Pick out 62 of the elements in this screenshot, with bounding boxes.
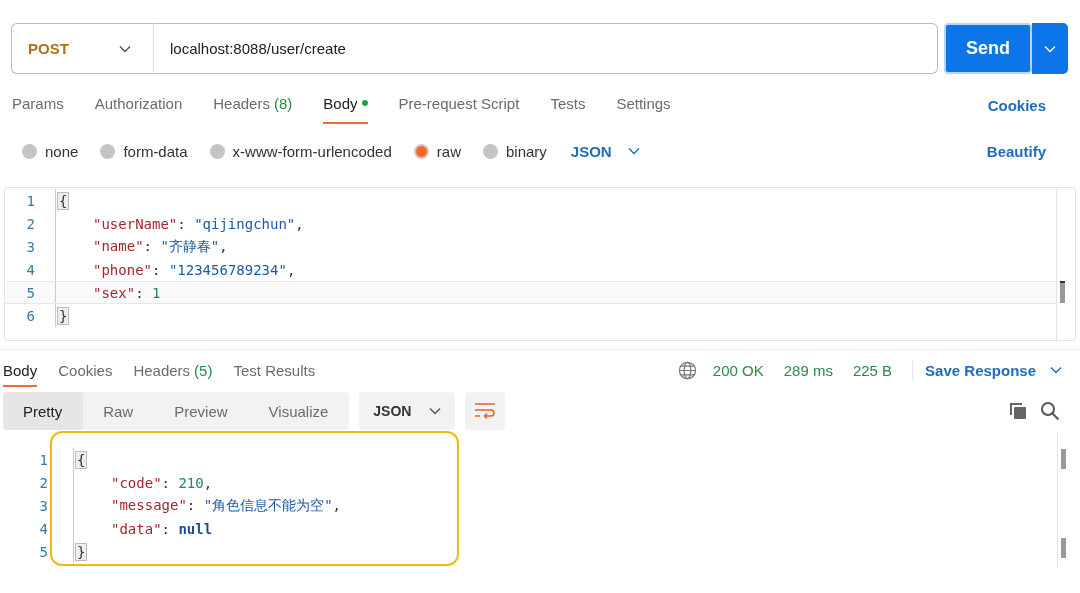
tab[interactable]: Pre-request Script bbox=[398, 86, 520, 124]
line-number: 4 bbox=[38, 520, 49, 537]
tab[interactable]: Authorization bbox=[94, 86, 183, 124]
globe-icon[interactable] bbox=[677, 360, 697, 380]
tab[interactable]: Settings bbox=[616, 86, 671, 124]
view-mode-tab[interactable]: Raw bbox=[83, 392, 155, 430]
chevron-down-icon bbox=[119, 44, 131, 53]
scrollbar-thumb[interactable] bbox=[1061, 449, 1066, 469]
status-code: 200 OK bbox=[712, 361, 764, 379]
radio-option[interactable]: binary bbox=[482, 142, 547, 160]
line-number: 1 bbox=[25, 192, 36, 209]
tab[interactable]: Body bbox=[323, 86, 368, 124]
radio-option[interactable]: x-www-form-urlencoded bbox=[209, 142, 392, 160]
chevron-down-icon bbox=[429, 407, 442, 415]
cookies-link[interactable]: Cookies bbox=[981, 95, 1052, 115]
code-line: "message": "角色信息不能为空", bbox=[110, 496, 341, 515]
chevron-down-icon bbox=[627, 147, 640, 155]
code-line: "phone": "123456789234", bbox=[92, 261, 296, 278]
wrap-lines-icon bbox=[474, 402, 497, 420]
tab[interactable]: Tests bbox=[550, 86, 586, 124]
line-number: 2 bbox=[25, 215, 36, 232]
view-mode-tab[interactable]: Visualize bbox=[248, 392, 350, 430]
response-time: 289 ms bbox=[783, 361, 833, 379]
format-dropdown[interactable]: JSON bbox=[359, 392, 456, 430]
scrollbar-thumb[interactable] bbox=[1061, 538, 1066, 558]
copy-icon[interactable] bbox=[1008, 401, 1028, 421]
radio-option[interactable]: form-data bbox=[100, 142, 188, 160]
chevron-down-icon bbox=[1050, 366, 1062, 374]
radio-option[interactable]: none bbox=[22, 142, 79, 160]
format-dropdown[interactable]: JSON bbox=[564, 141, 646, 161]
tab[interactable]: Test Results bbox=[233, 353, 316, 387]
wrap-button[interactable] bbox=[465, 392, 506, 430]
line-number: 1 bbox=[38, 451, 49, 468]
code-line: "data": null bbox=[110, 520, 213, 537]
scrollbar-thumb[interactable] bbox=[1060, 281, 1065, 303]
line-number: 2 bbox=[38, 474, 49, 491]
beautify-link[interactable]: Beautify bbox=[980, 141, 1052, 161]
url-field[interactable]: localhost:8088/user/create bbox=[153, 23, 938, 74]
tab[interactable]: Cookies bbox=[58, 353, 113, 387]
radio-option[interactable]: raw bbox=[413, 142, 461, 160]
response-size: 225 B bbox=[852, 361, 893, 379]
line-number: 3 bbox=[25, 238, 36, 255]
search-icon[interactable] bbox=[1040, 401, 1060, 421]
tab[interactable]: Params bbox=[12, 86, 64, 124]
line-number: 5 bbox=[25, 284, 36, 301]
line-number: 3 bbox=[38, 497, 49, 514]
chevron-down-icon bbox=[1044, 44, 1056, 53]
method-dropdown[interactable]: POST bbox=[11, 23, 153, 74]
tab[interactable]: Headers (5) bbox=[133, 353, 213, 387]
line-number: 5 bbox=[38, 543, 49, 560]
view-mode-tab[interactable]: Preview bbox=[154, 392, 249, 430]
code-line: "userName": "qijingchun", bbox=[92, 215, 304, 232]
tab[interactable]: Body bbox=[3, 353, 38, 387]
send-button[interactable]: Send bbox=[944, 23, 1032, 74]
tab[interactable]: Headers (8) bbox=[213, 86, 293, 124]
code-line: "code": 210, bbox=[110, 474, 213, 491]
line-number: 6 bbox=[25, 307, 36, 324]
line-number: 4 bbox=[25, 261, 36, 278]
code-line: "name": "齐静春", bbox=[92, 237, 228, 256]
code-line: "sex": 1 bbox=[92, 284, 161, 301]
view-mode-tab[interactable]: Pretty bbox=[3, 392, 84, 430]
save-response-button[interactable]: Save Response bbox=[912, 360, 1068, 380]
